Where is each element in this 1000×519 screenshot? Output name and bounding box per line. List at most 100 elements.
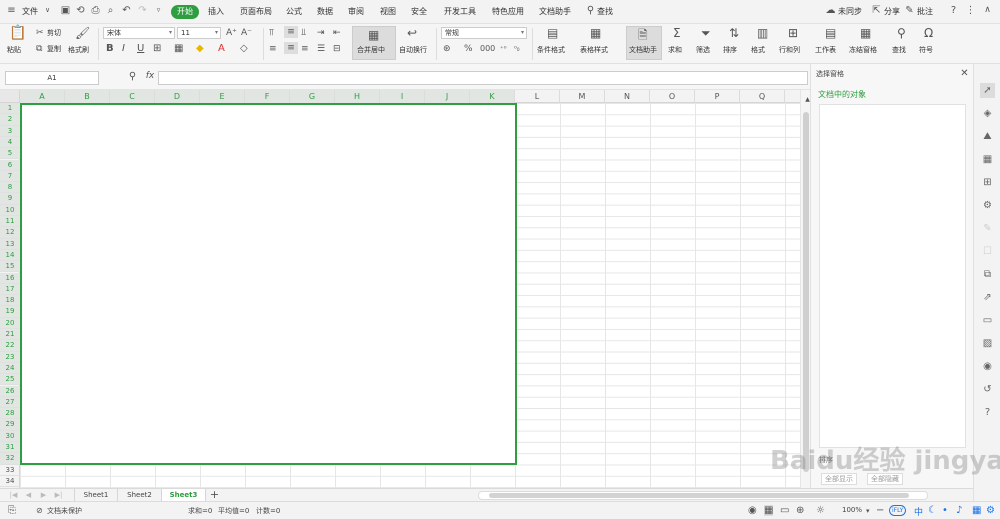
pane-title[interactable]: 选择窗格 (816, 69, 844, 79)
name-box[interactable]: A1 (5, 71, 99, 85)
tab-data[interactable]: 数据 (317, 6, 333, 17)
menu-icon[interactable]: ≡ (6, 5, 17, 16)
merge-center-button[interactable]: ▦ 合并居中 (352, 26, 396, 60)
column-header[interactable]: N (605, 90, 650, 103)
image-icon[interactable]: ▨ (980, 336, 995, 351)
conditional-format-icon[interactable]: ▤ (547, 27, 558, 39)
align-left-icon[interactable]: ≡ (269, 43, 277, 55)
decrease-font-icon[interactable]: A⁻ (241, 27, 252, 39)
currency-icon[interactable]: ⊛ (443, 43, 451, 55)
table-icon[interactable]: ▦ (980, 152, 995, 167)
row-header[interactable]: 24 (0, 362, 20, 375)
backup-icon[interactable]: ⧉ (980, 267, 995, 282)
keyboard-icon[interactable]: ▦ (972, 505, 981, 516)
tab-developer[interactable]: 开发工具 (444, 6, 476, 17)
page-view-icon[interactable]: ▭ (780, 505, 789, 516)
number-format-select[interactable]: 常规 ▾ (441, 27, 527, 39)
column-header[interactable]: K (470, 90, 515, 103)
row-header[interactable]: 11 (0, 216, 20, 228)
increase-decimal-icon[interactable]: ⁺⁰ (500, 43, 507, 55)
column-header[interactable]: O (650, 90, 695, 103)
format-painter-button[interactable]: 格式刷 (68, 45, 89, 55)
object-list[interactable] (819, 104, 966, 448)
save-icon[interactable]: ▣ (60, 5, 71, 16)
row-header[interactable]: 16 (0, 272, 20, 284)
conditional-format-button[interactable]: 条件格式 (537, 45, 565, 55)
vertical-scrollbar[interactable]: ▲ (800, 90, 810, 488)
tab-special[interactable]: 特色应用 (492, 6, 524, 17)
more-icon[interactable]: ⋮ (965, 5, 976, 16)
mic-icon[interactable]: ♪ (956, 505, 962, 516)
tab-review[interactable]: 审阅 (348, 6, 364, 17)
row-header[interactable]: 29 (0, 419, 20, 431)
column-header[interactable]: Q (740, 90, 785, 103)
row-header[interactable]: 3 (0, 125, 20, 137)
edit-icon[interactable]: ✎ (980, 221, 995, 236)
zoom-function-icon[interactable]: ⚲ (127, 71, 138, 82)
protect-status[interactable]: 文档未保护 (47, 506, 82, 516)
sort-button[interactable]: 排序 (723, 45, 737, 55)
row-header[interactable]: 7 (0, 170, 20, 183)
horizontal-scroll-thumb[interactable] (489, 493, 909, 498)
file-menu[interactable]: 文件 (22, 6, 38, 17)
undo-format-icon[interactable]: ⟲ (75, 5, 86, 16)
tab-formula[interactable]: 公式 (286, 6, 302, 17)
copy-button[interactable]: 复制 (47, 44, 61, 54)
scroll-thumb[interactable] (803, 112, 809, 472)
cut-button[interactable]: 剪切 (47, 28, 61, 38)
format-button[interactable]: 格式 (751, 45, 765, 55)
fx-icon[interactable]: fx (143, 71, 157, 82)
ime-mode[interactable]: 中 (914, 505, 923, 518)
comment-icon[interactable]: ✎ (904, 5, 915, 16)
row-header[interactable]: 33 (0, 465, 20, 476)
worksheet-icon[interactable]: ▤ (825, 27, 836, 39)
settings-icon[interactable]: ⚙ (986, 505, 995, 516)
align-top-icon[interactable]: ⫪ (269, 27, 274, 39)
last-sheet-icon[interactable]: ▶| (53, 490, 64, 501)
sum-button[interactable]: 求和 (668, 45, 682, 55)
punct-icon[interactable]: • (942, 505, 948, 516)
paste-button[interactable]: 粘贴 (7, 45, 21, 55)
column-header[interactable]: A (20, 90, 65, 103)
zoom-level[interactable]: 100% (842, 506, 862, 514)
zoom-dropdown-icon[interactable]: ▾ (866, 507, 870, 515)
sum-icon[interactable]: Σ (673, 27, 681, 39)
apps-icon[interactable]: ⊞ (980, 175, 995, 190)
row-header[interactable]: 27 (0, 396, 20, 409)
row-header[interactable]: 6 (0, 159, 20, 171)
row-col-icon[interactable]: ⊞ (788, 27, 798, 39)
column-header[interactable]: H (335, 90, 380, 103)
protect-icon[interactable]: ⊘ (36, 506, 43, 515)
distribute-icon[interactable]: ⊟ (333, 43, 341, 55)
symbol-icon[interactable]: Ω (924, 27, 933, 39)
format-icon[interactable]: ▥ (757, 27, 768, 39)
search-label[interactable]: 查找 (597, 6, 613, 17)
align-bottom-icon[interactable]: ⫫ (301, 27, 306, 39)
filter-icon[interactable]: ⏷ (701, 27, 711, 39)
row-header[interactable]: 18 (0, 295, 20, 307)
align-middle-icon[interactable]: ≡ (284, 26, 298, 38)
percent-icon[interactable]: % (464, 43, 473, 55)
row-header[interactable]: 19 (0, 306, 20, 318)
row-header[interactable]: 13 (0, 238, 20, 250)
column-header[interactable]: L (515, 90, 560, 103)
table-style-button[interactable]: 表格样式 (580, 45, 608, 55)
tab-security[interactable]: 安全 (411, 6, 427, 17)
shapes-icon[interactable]: ◈ (980, 106, 995, 121)
doc-assistant-button[interactable]: 🗎 文档助手 (626, 26, 662, 60)
sort-icon[interactable]: ⇅ (729, 27, 739, 39)
increase-font-icon[interactable]: A⁺ (226, 27, 237, 39)
outdent-icon[interactable]: ⇤ (333, 27, 341, 39)
sync-status[interactable]: 未同步 (838, 6, 862, 17)
row-header[interactable]: 28 (0, 408, 20, 420)
column-header[interactable]: C (110, 90, 155, 103)
bold-icon[interactable]: B (106, 43, 114, 55)
comment-button[interactable]: 批注 (917, 6, 933, 17)
font-name-select[interactable]: 宋体 ▾ (103, 27, 175, 39)
align-right-icon[interactable]: ≡ (301, 43, 309, 55)
decrease-decimal-icon[interactable]: ⁰₀ (514, 43, 520, 55)
comment-rail-icon[interactable]: ☐ (980, 244, 995, 259)
ifly-icon[interactable]: iFLY (889, 505, 907, 516)
next-sheet-icon[interactable]: ▶ (38, 490, 49, 501)
align-center-icon[interactable]: ≡ (284, 42, 298, 54)
